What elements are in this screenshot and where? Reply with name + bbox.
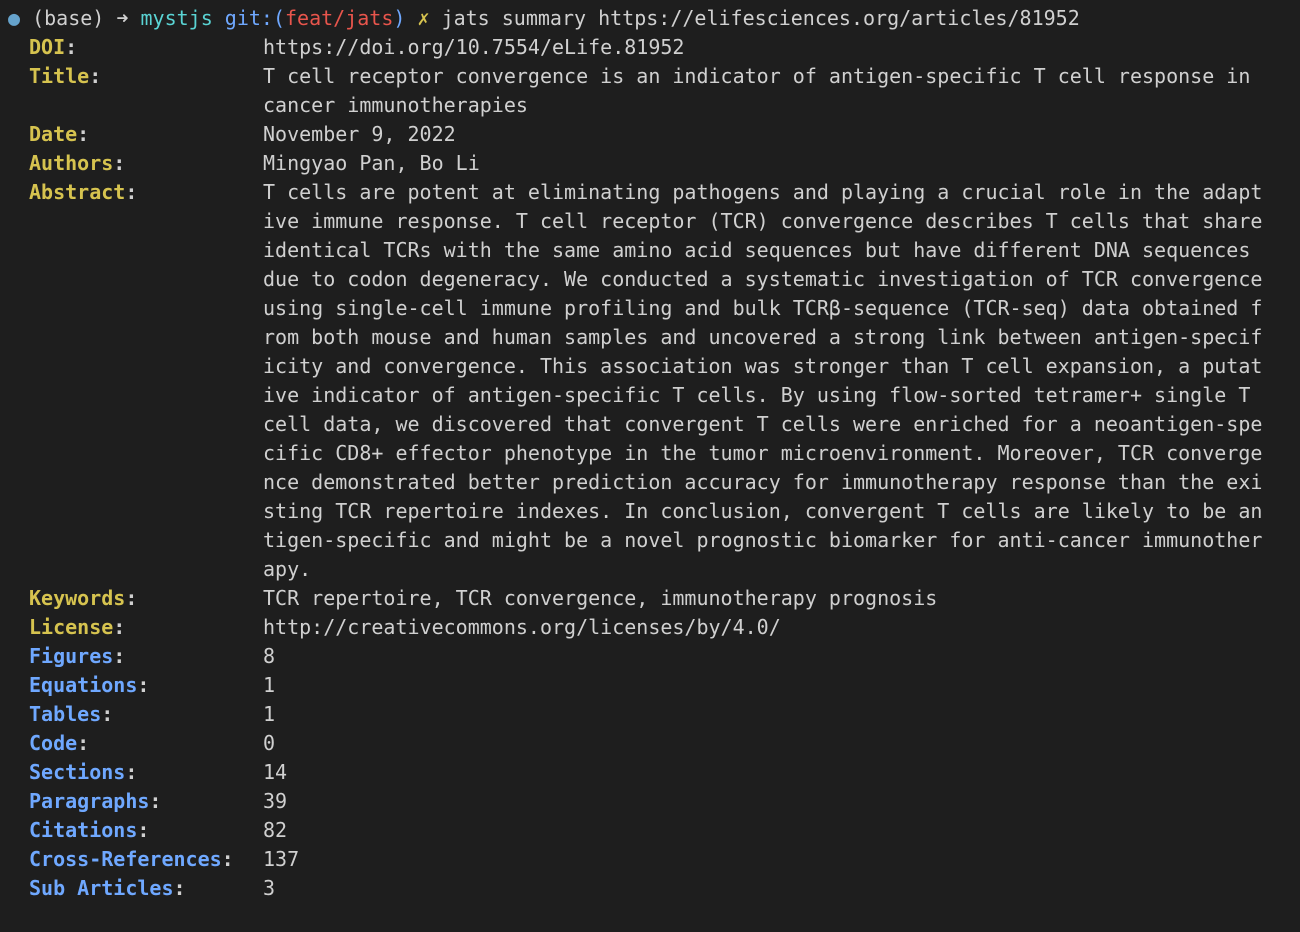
date-row: Date: November 9, 2022 [8, 120, 1292, 149]
keywords-label: Keywords [29, 586, 125, 610]
tables-label: Tables [29, 702, 101, 726]
code-label: Code [29, 731, 77, 755]
equations-label: Equations [29, 673, 137, 697]
abstract-row: Abstract: T cells are potent at eliminat… [8, 178, 1292, 584]
title-row: Title: T cell receptor convergence is an… [8, 62, 1292, 120]
doi-label: DOI [29, 35, 65, 59]
paren-close: ) [393, 6, 405, 30]
citations-value: 82 [263, 816, 1273, 845]
license-row: License: http://creativecommons.org/lice… [8, 613, 1292, 642]
crossrefs-row: Cross-References: 137 [8, 845, 1292, 874]
git-label: git:( [225, 6, 285, 30]
sections-row: Sections: 14 [8, 758, 1292, 787]
cwd: mystjs [140, 6, 212, 30]
date-label: Date [29, 122, 77, 146]
title-label: Title [29, 64, 89, 88]
prompt-bullet-icon: ● [8, 6, 20, 30]
code-value: 0 [263, 729, 1273, 758]
git-branch: feat/jats [285, 6, 393, 30]
tables-value: 1 [263, 700, 1273, 729]
title-value: T cell receptor convergence is an indica… [263, 62, 1273, 120]
figures-row: Figures: 8 [8, 642, 1292, 671]
paragraphs-row: Paragraphs: 39 [8, 787, 1292, 816]
sections-value: 14 [263, 758, 1273, 787]
abstract-value: T cells are potent at eliminating pathog… [263, 178, 1273, 584]
figures-value: 8 [263, 642, 1273, 671]
keywords-value: TCR repertoire, TCR convergence, immunot… [263, 584, 1273, 613]
subarticles-row: Sub Articles: 3 [8, 874, 1292, 903]
equations-row: Equations: 1 [8, 671, 1292, 700]
figures-label: Figures [29, 644, 113, 668]
terminal-prompt-line[interactable]: ● (base) ➜ mystjs git:(feat/jats) ✗ jats… [8, 4, 1292, 33]
authors-row: Authors: Mingyao Pan, Bo Li [8, 149, 1292, 178]
code-row: Code: 0 [8, 729, 1292, 758]
authors-value: Mingyao Pan, Bo Li [263, 149, 1273, 178]
git-dirty-icon: ✗ [417, 6, 429, 30]
doi-value: https://doi.org/10.7554/eLife.81952 [263, 33, 1273, 62]
paragraphs-value: 39 [263, 787, 1273, 816]
citations-label: Citations [29, 818, 137, 842]
authors-label: Authors [29, 151, 113, 175]
date-value: November 9, 2022 [263, 120, 1273, 149]
license-value: http://creativecommons.org/licenses/by/4… [263, 613, 1273, 642]
subarticles-label: Sub Articles [29, 876, 174, 900]
citations-row: Citations: 82 [8, 816, 1292, 845]
equations-value: 1 [263, 671, 1273, 700]
command-text: jats summary https://elifesciences.org/a… [442, 6, 1080, 30]
sections-label: Sections [29, 760, 125, 784]
license-label: License [29, 615, 113, 639]
prompt-arrow-icon: ➜ [116, 6, 140, 30]
keywords-row: Keywords: TCR repertoire, TCR convergenc… [8, 584, 1292, 613]
tables-row: Tables: 1 [8, 700, 1292, 729]
doi-row: DOI: https://doi.org/10.7554/eLife.81952 [8, 33, 1292, 62]
paragraphs-label: Paragraphs [29, 789, 149, 813]
crossrefs-label: Cross-References [29, 847, 222, 871]
crossrefs-value: 137 [263, 845, 1273, 874]
abstract-label: Abstract [29, 180, 125, 204]
subarticles-value: 3 [263, 874, 1273, 903]
conda-env: (base) [32, 6, 104, 30]
